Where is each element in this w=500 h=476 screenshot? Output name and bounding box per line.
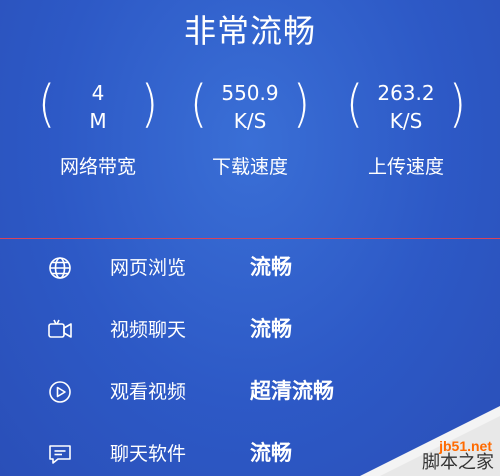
page-title: 非常流畅: [183, 12, 316, 50]
play-icon: [46, 378, 74, 406]
service-name: 网页浏览: [110, 257, 187, 279]
right-paren-decoration: ): [292, 75, 310, 134]
service-row-web-browsing: 网页浏览 流畅: [0, 248, 500, 288]
video-camera-icon: [46, 316, 74, 344]
metric-upload-label: 上传速度: [367, 156, 444, 178]
metric-download-label: 下载速度: [211, 156, 288, 178]
globe-icon: [46, 254, 74, 282]
service-name: 视频聊天: [110, 319, 187, 341]
right-paren-decoration: ): [140, 75, 158, 134]
service-status: 超清流畅: [250, 379, 334, 403]
service-status: 流畅: [250, 441, 292, 465]
metric-bandwidth-label: 网络带宽: [59, 156, 136, 178]
metric-upload: ( 263.2 K/S ): [346, 72, 466, 142]
service-status: 流畅: [250, 255, 292, 279]
chat-bubble-icon: [46, 440, 74, 468]
metric-download: ( 550.9 K/S ): [190, 72, 310, 142]
metric-bandwidth: ( 4 M ): [38, 72, 158, 142]
service-status: 流畅: [250, 317, 292, 341]
watermark: jb51.net 脚本之家: [360, 406, 500, 476]
right-paren-decoration: ): [448, 75, 466, 134]
section-divider: [0, 238, 500, 239]
service-name: 聊天软件: [110, 443, 187, 465]
service-name: 观看视频: [110, 381, 187, 403]
watermark-name: 脚本之家: [422, 452, 494, 473]
service-row-video-chat: 视频聊天 流畅: [0, 310, 500, 350]
